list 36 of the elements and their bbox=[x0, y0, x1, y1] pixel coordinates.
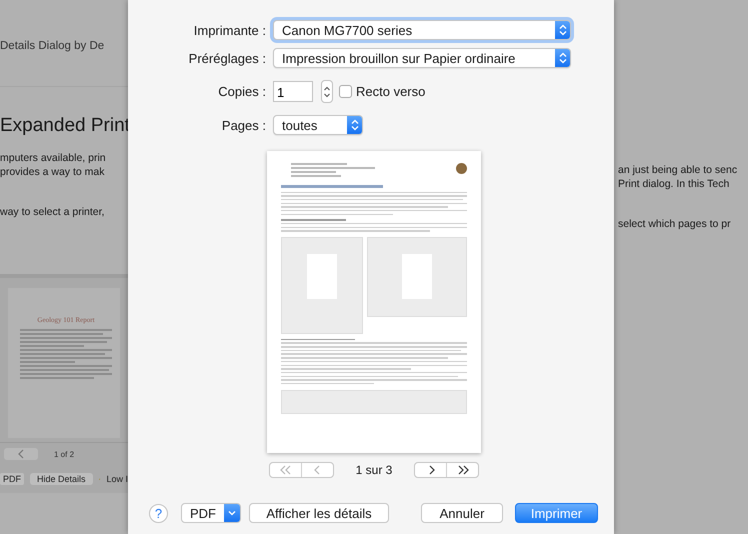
duplex-label[interactable]: Recto verso bbox=[356, 84, 426, 99]
page-indicator: 1 of 2 bbox=[54, 450, 74, 458]
paragraph-line: select which pages to pr bbox=[618, 217, 732, 231]
up-down-arrows-icon bbox=[323, 84, 331, 98]
field-label: Imprimante : bbox=[192, 22, 266, 38]
help-button[interactable]: ? bbox=[149, 504, 168, 522]
paragraph-line: an just being able to senc bbox=[618, 163, 738, 177]
up-down-arrows-icon bbox=[558, 24, 566, 36]
cancel-button[interactable]: Annuler bbox=[421, 503, 503, 523]
duplex-checkbox[interactable] bbox=[339, 85, 352, 98]
page-nav-button[interactable] bbox=[4, 448, 38, 460]
popup-button[interactable]: toutes bbox=[273, 115, 363, 135]
copies-stepper[interactable] bbox=[321, 80, 333, 103]
document-title: Details Dialog by De bbox=[0, 40, 106, 52]
copies-field[interactable]: 1 bbox=[273, 81, 313, 102]
double-chevron-right-icon bbox=[456, 464, 470, 476]
paragraph-line: way to select a printer, bbox=[0, 205, 106, 219]
show-details-button[interactable]: Afficher les détails bbox=[249, 503, 389, 523]
field-label: Préréglages : bbox=[188, 50, 266, 66]
popup-button[interactable]: Impression brouillon sur Papier ordinaire bbox=[273, 48, 571, 68]
section-heading: Expanded Print bbox=[0, 115, 128, 137]
paragraph-line: Print dialog. In this Tech bbox=[618, 177, 730, 191]
up-down-arrows-icon bbox=[350, 119, 358, 131]
warning-text: Low I bbox=[106, 474, 128, 484]
pdf-menu-button[interactable]: PDF bbox=[0, 473, 24, 485]
page-counter: 1 sur 3 bbox=[356, 463, 392, 477]
pdf-menu-button[interactable]: PDF bbox=[181, 503, 241, 523]
popup-button[interactable]: Canon MG7700 series bbox=[273, 20, 571, 40]
up-down-arrows-icon bbox=[558, 52, 566, 64]
field-label: Copies : bbox=[217, 84, 266, 99]
paragraph-line: mputers available, prin bbox=[0, 151, 107, 165]
paragraph-line: provides a way to mak bbox=[0, 165, 106, 179]
chevron-down-icon bbox=[228, 510, 236, 516]
hide-details-button[interactable]: Hide Details bbox=[30, 473, 93, 485]
double-chevron-left-icon bbox=[278, 464, 292, 476]
field-label: Pages : bbox=[220, 118, 266, 132]
